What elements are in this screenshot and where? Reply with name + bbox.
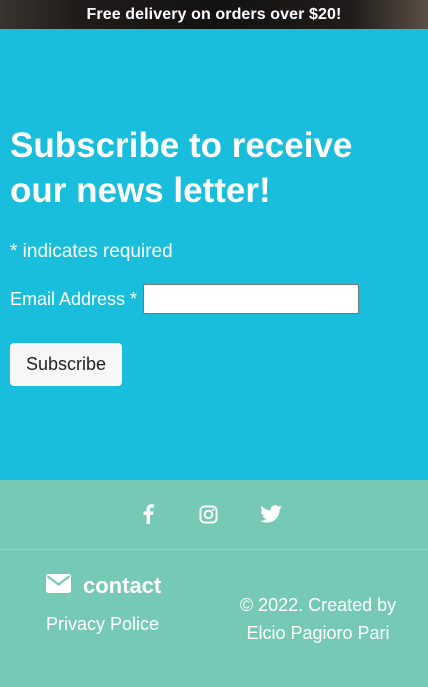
facebook-icon[interactable] <box>136 502 160 526</box>
email-row: Email Address * <box>10 284 360 314</box>
subscribe-button[interactable]: Subscribe <box>10 343 122 386</box>
twitter-icon[interactable] <box>259 502 283 526</box>
envelope-icon <box>46 574 71 598</box>
email-label: Email Address * <box>10 288 138 309</box>
social-links <box>0 480 428 548</box>
privacy-policy-link[interactable]: Privacy Police <box>46 614 159 635</box>
email-input[interactable] <box>143 284 360 314</box>
footer-divider <box>0 549 428 550</box>
newsletter-section: Subscribe to receive our news letter! * … <box>0 29 428 480</box>
promo-banner: Free delivery on orders over $20! <box>0 0 428 29</box>
copyright-text: © 2022. Created by Elcio Pagioro Pari <box>239 595 397 643</box>
newsletter-title: Subscribe to receive our news letter! <box>10 126 353 210</box>
promo-banner-text: Free delivery on orders over $20! <box>86 5 342 23</box>
contact-link[interactable]: contact <box>46 573 161 599</box>
instagram-icon[interactable] <box>196 502 220 526</box>
footer: contact Privacy Police © 2022. Created b… <box>0 480 428 687</box>
page: Free delivery on orders over $20! Subscr… <box>0 0 428 687</box>
contact-label: contact <box>83 573 162 598</box>
required-note: * indicates required <box>10 241 173 262</box>
